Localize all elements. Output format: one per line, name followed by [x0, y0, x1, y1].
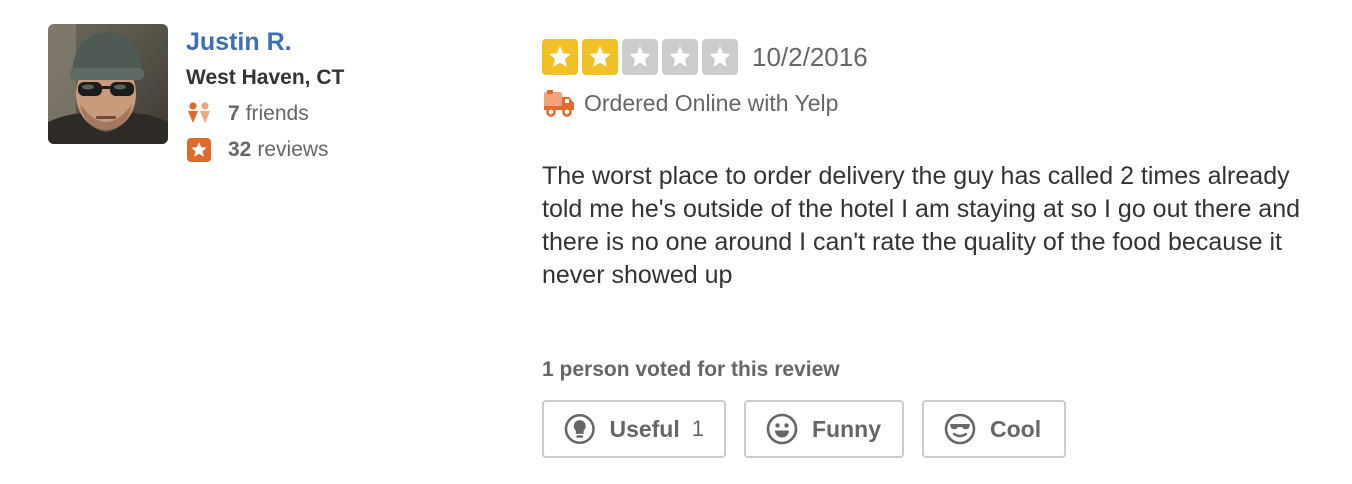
friends-stat: 7 friends: [186, 100, 344, 128]
star-badge-icon: [186, 137, 212, 163]
funny-label: Funny: [812, 415, 881, 442]
reviews-label: reviews: [257, 138, 329, 161]
friends-label: friends: [245, 102, 309, 125]
cool-label: Cool: [990, 415, 1042, 442]
order-note-text: Ordered Online with Yelp: [584, 89, 839, 116]
smiley-icon: [766, 413, 798, 445]
cool-button[interactable]: Cool: [922, 400, 1066, 458]
order-note: Ordered Online with Yelp: [542, 88, 1302, 118]
vote-summary: 1 person voted for this review: [542, 358, 840, 381]
star-icon: [662, 39, 698, 75]
sunglasses-face-icon: [944, 413, 976, 445]
review-content: 10/2/2016 Ordered Online with Yelp The w…: [542, 38, 1302, 317]
friends-icon: [186, 101, 212, 127]
useful-label: Useful: [609, 415, 680, 442]
funny-button[interactable]: Funny: [744, 400, 904, 458]
review-item: Justin R. West Haven, CT 7 friends 32 re…: [0, 0, 1352, 484]
star-icon: [542, 39, 578, 75]
lightbulb-icon: [564, 413, 595, 445]
user-avatar[interactable]: [48, 24, 168, 144]
friends-count: 7: [228, 102, 240, 125]
vote-buttons: Useful 1 Funny Cool: [542, 400, 1084, 458]
user-passport: Justin R. West Haven, CT 7 friends 32 re…: [186, 26, 344, 164]
star-icon: [582, 39, 618, 75]
star-icon: [702, 39, 738, 75]
review-date: 10/2/2016: [752, 41, 868, 72]
review-text: The worst place to order delivery the gu…: [542, 162, 1301, 289]
delivery-truck-icon: [544, 90, 574, 117]
user-location: West Haven, CT: [186, 66, 345, 89]
useful-button[interactable]: Useful 1: [542, 400, 726, 458]
reviews-stat: 32 reviews: [186, 136, 344, 164]
useful-count: 1: [691, 416, 704, 441]
star-rating: [542, 39, 738, 75]
rating-row: 10/2/2016: [542, 38, 1302, 76]
reviews-count: 32: [228, 138, 252, 161]
user-name-link[interactable]: Justin R.: [186, 26, 344, 58]
star-icon: [622, 39, 658, 75]
